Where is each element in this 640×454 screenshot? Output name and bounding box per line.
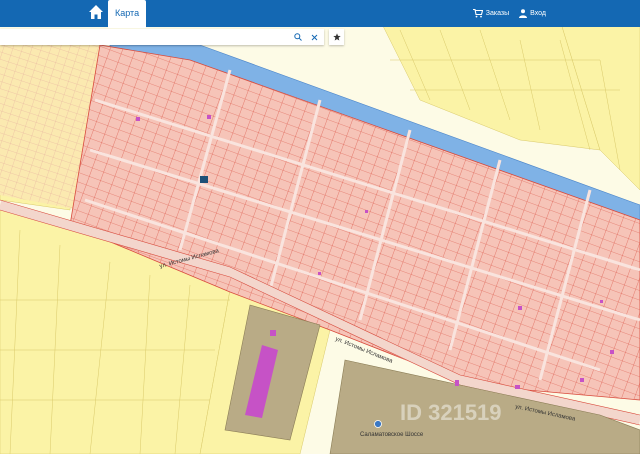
home-icon [89,5,103,19]
orders-label: Заказы [485,10,510,17]
watermark: ID 321519 [400,400,502,425]
top-navigation-bar: Карта Заказы Вход [0,0,640,28]
cadastral-map[interactable]: ул. Истомы Исламова ул. Истомы Исламова … [0,0,640,454]
search-bar [0,29,324,45]
header-actions: Заказы Вход [472,0,546,27]
search-input[interactable] [0,30,292,44]
tab-map[interactable]: Карта [108,0,147,28]
clear-button[interactable] [308,31,320,43]
poi-label: Саламатовское Шоссе [360,432,424,438]
search-icon [294,33,302,41]
login-button[interactable]: Вход [519,9,546,18]
star-icon [332,33,341,41]
cart-icon [472,9,483,18]
home-button[interactable] [88,4,106,22]
orders-button[interactable]: Заказы [472,9,510,18]
user-icon [519,9,528,18]
clear-icon [311,34,317,40]
login-label: Вход [530,10,546,17]
search-button[interactable] [292,31,304,43]
poi-marker-icon[interactable] [374,420,382,428]
favorites-button[interactable] [329,29,344,45]
